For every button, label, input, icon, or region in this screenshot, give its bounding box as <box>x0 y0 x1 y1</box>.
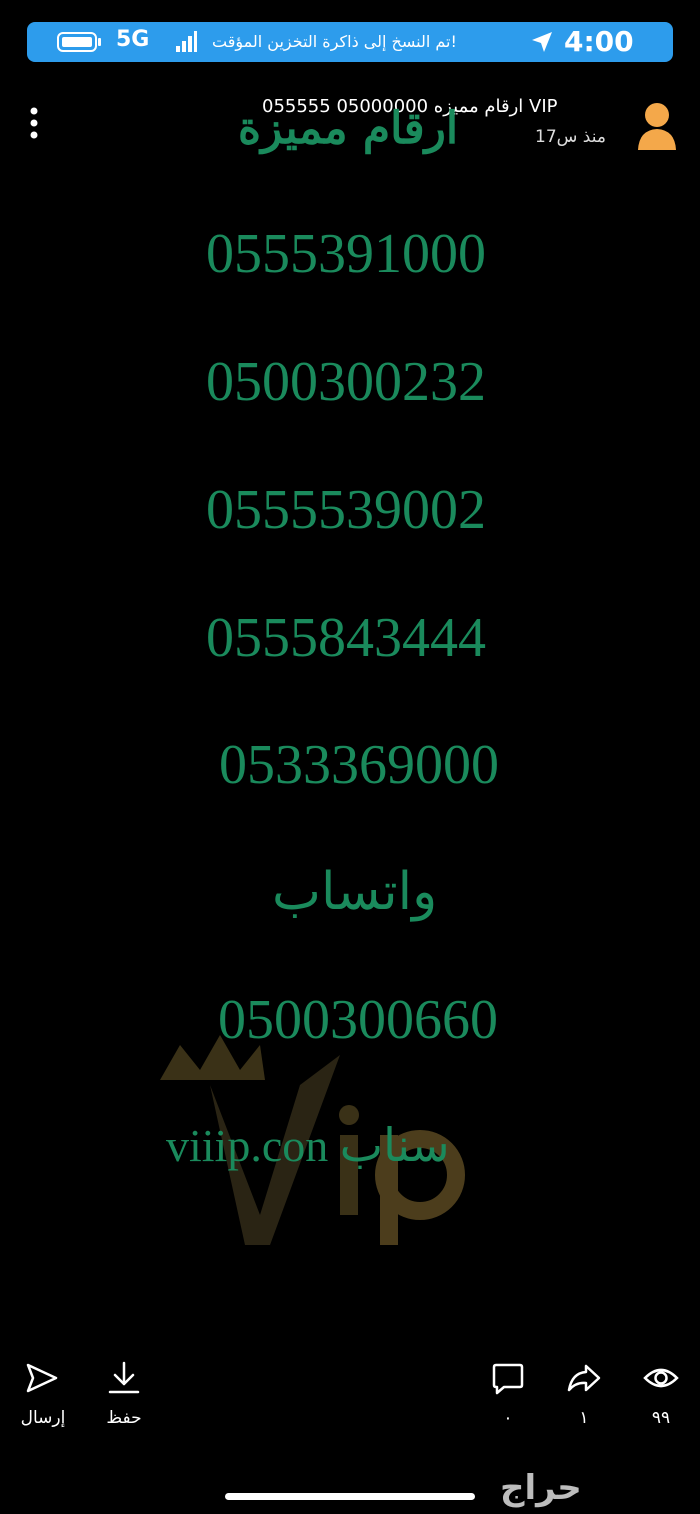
phone-number: 0533369000 <box>219 734 499 796</box>
battery-tip <box>98 38 101 46</box>
network-type: 5G <box>116 27 150 52</box>
copied-toast: تم النسخ إلى ذاكرة التخزين المؤقت! <box>212 32 457 51</box>
share-icon[interactable] <box>566 1360 602 1396</box>
clock: 4:00 <box>564 25 634 58</box>
home-indicator[interactable] <box>225 1493 475 1500</box>
more-options-icon[interactable] <box>26 106 42 140</box>
send-button-label[interactable]: إرسال <box>13 1408 73 1428</box>
phone-number: 0555539002 <box>206 479 486 541</box>
haraj-logo: حراج <box>500 1468 582 1508</box>
signal-icon <box>176 31 197 52</box>
location-arrow-icon <box>532 32 552 52</box>
battery-icon <box>57 32 97 52</box>
whatsapp-label: واتساب <box>272 862 438 922</box>
phone-number: 0555843444 <box>206 607 486 669</box>
status-bar: 5G تم النسخ إلى ذاكرة التخزين المؤقت! 4:… <box>27 22 673 62</box>
shares-count: ١ <box>579 1408 589 1428</box>
eye-icon <box>643 1368 679 1388</box>
download-icon[interactable] <box>106 1360 142 1396</box>
whatsapp-number: 0500300660 <box>218 989 498 1051</box>
views-count: ٩٩ <box>651 1408 671 1428</box>
phone-number: 0500300232 <box>206 351 486 413</box>
snapchat-line: viiip.con سناب <box>166 1120 450 1171</box>
battery-level <box>62 37 92 47</box>
story-time-ago: منذ س17 <box>535 127 606 147</box>
comments-count: ٠ <box>503 1408 513 1428</box>
send-icon[interactable] <box>24 1360 60 1396</box>
comment-icon[interactable] <box>490 1360 526 1396</box>
avatar[interactable] <box>637 100 677 150</box>
story-headline: ارقام مميزة <box>238 103 459 154</box>
save-button-label[interactable]: حفظ <box>94 1408 154 1428</box>
phone-number: 0555391000 <box>206 223 486 285</box>
